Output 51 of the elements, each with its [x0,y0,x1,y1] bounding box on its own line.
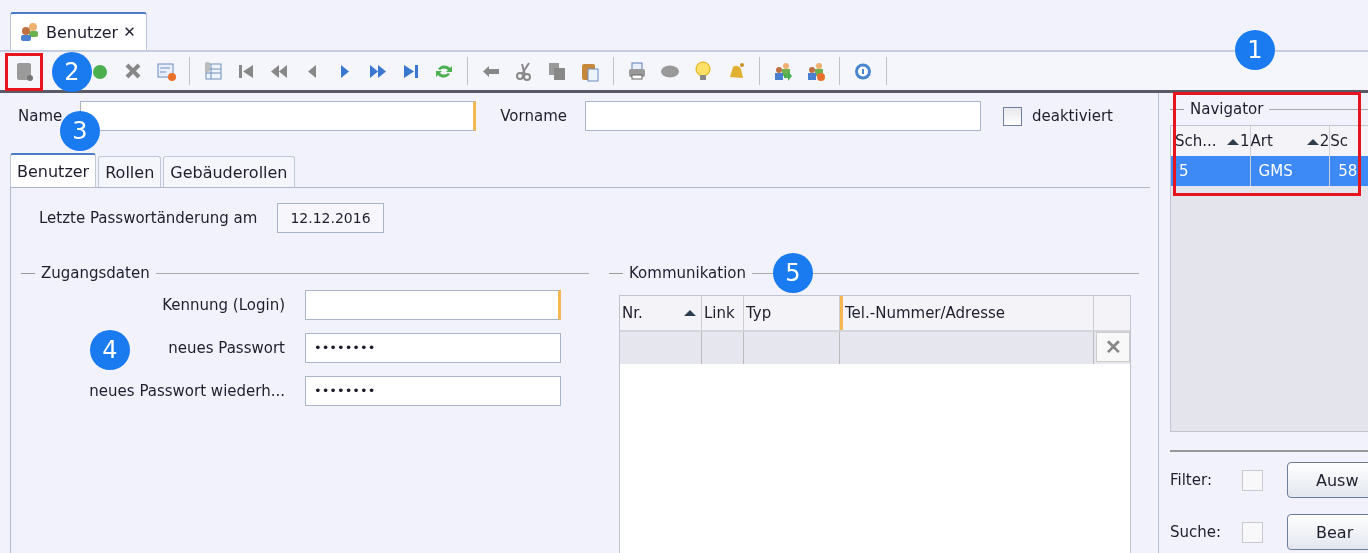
printer-icon[interactable] [627,60,647,82]
password-change-label: Letzte Passwortänderung am [39,209,258,227]
column-header[interactable]: Nr. [620,296,702,330]
copy-icon[interactable] [547,60,567,82]
group-title: Zugangsdaten [41,264,150,282]
field-label: neues Passwort wiederh... [89,381,285,400]
password-field[interactable]: •••••••• [305,332,561,363]
document-tab[interactable]: Benutzer ✕ [10,12,147,50]
field-label: Kennung (Login) [162,295,285,314]
deactivated-checkbox[interactable] [1003,106,1022,126]
field-label: neues Passwort [168,338,285,357]
filter-button[interactable]: Ausw [1287,462,1368,498]
name-label: Name [18,107,63,125]
light-bulb-icon[interactable] [693,60,713,82]
form-remove-icon[interactable] [156,60,176,82]
password-field[interactable]: •••••••• [305,375,561,406]
sort-up-icon [1227,137,1240,145]
save-icon[interactable] [14,60,34,82]
column-header[interactable]: Tel.-Nummer/Adresse [840,296,1094,330]
table-cell: 5 [1179,162,1189,180]
close-icon[interactable]: ✕ [123,23,136,41]
filter-button[interactable]: Bear [1287,514,1368,550]
table-icon[interactable] [203,60,223,82]
first-name-field[interactable] [585,101,981,131]
scissors-icon[interactable] [514,60,534,82]
filter-label: Suche: [1170,523,1223,541]
group-title: Kommunikation [629,264,747,282]
tab[interactable]: Benutzer [10,153,97,187]
tab[interactable]: Gebäuderollen [163,156,295,187]
filter-checkbox[interactable] [1242,521,1263,543]
column-header[interactable]: Typ [744,296,840,330]
highlight-frame [5,53,43,91]
users-icon [19,22,41,42]
filter-checkbox[interactable] [1242,469,1263,491]
table-cell: GMS [1258,162,1293,180]
password-change-date: 12.12.2016 [277,203,384,233]
callout-badge: 1 [1235,30,1275,70]
document-tab-title: Benutzer [46,22,119,42]
column-header[interactable]: Link [702,296,744,330]
login-field[interactable] [305,289,561,320]
deactivated-label: deaktiviert [1032,107,1113,125]
tab[interactable]: Rollen [98,156,162,187]
users-arrow-icon[interactable] [773,60,793,82]
column-header[interactable]: Sc [1330,126,1368,156]
filter-label: Filter: [1170,471,1213,489]
first-name-label: Vorname [500,107,567,125]
sort-up-icon [683,309,697,317]
navigator-title: Navigator [1190,100,1264,118]
users-remove-icon[interactable] [806,60,826,82]
table-cell: 58 [1338,162,1358,180]
sort-up-icon [1306,137,1319,145]
